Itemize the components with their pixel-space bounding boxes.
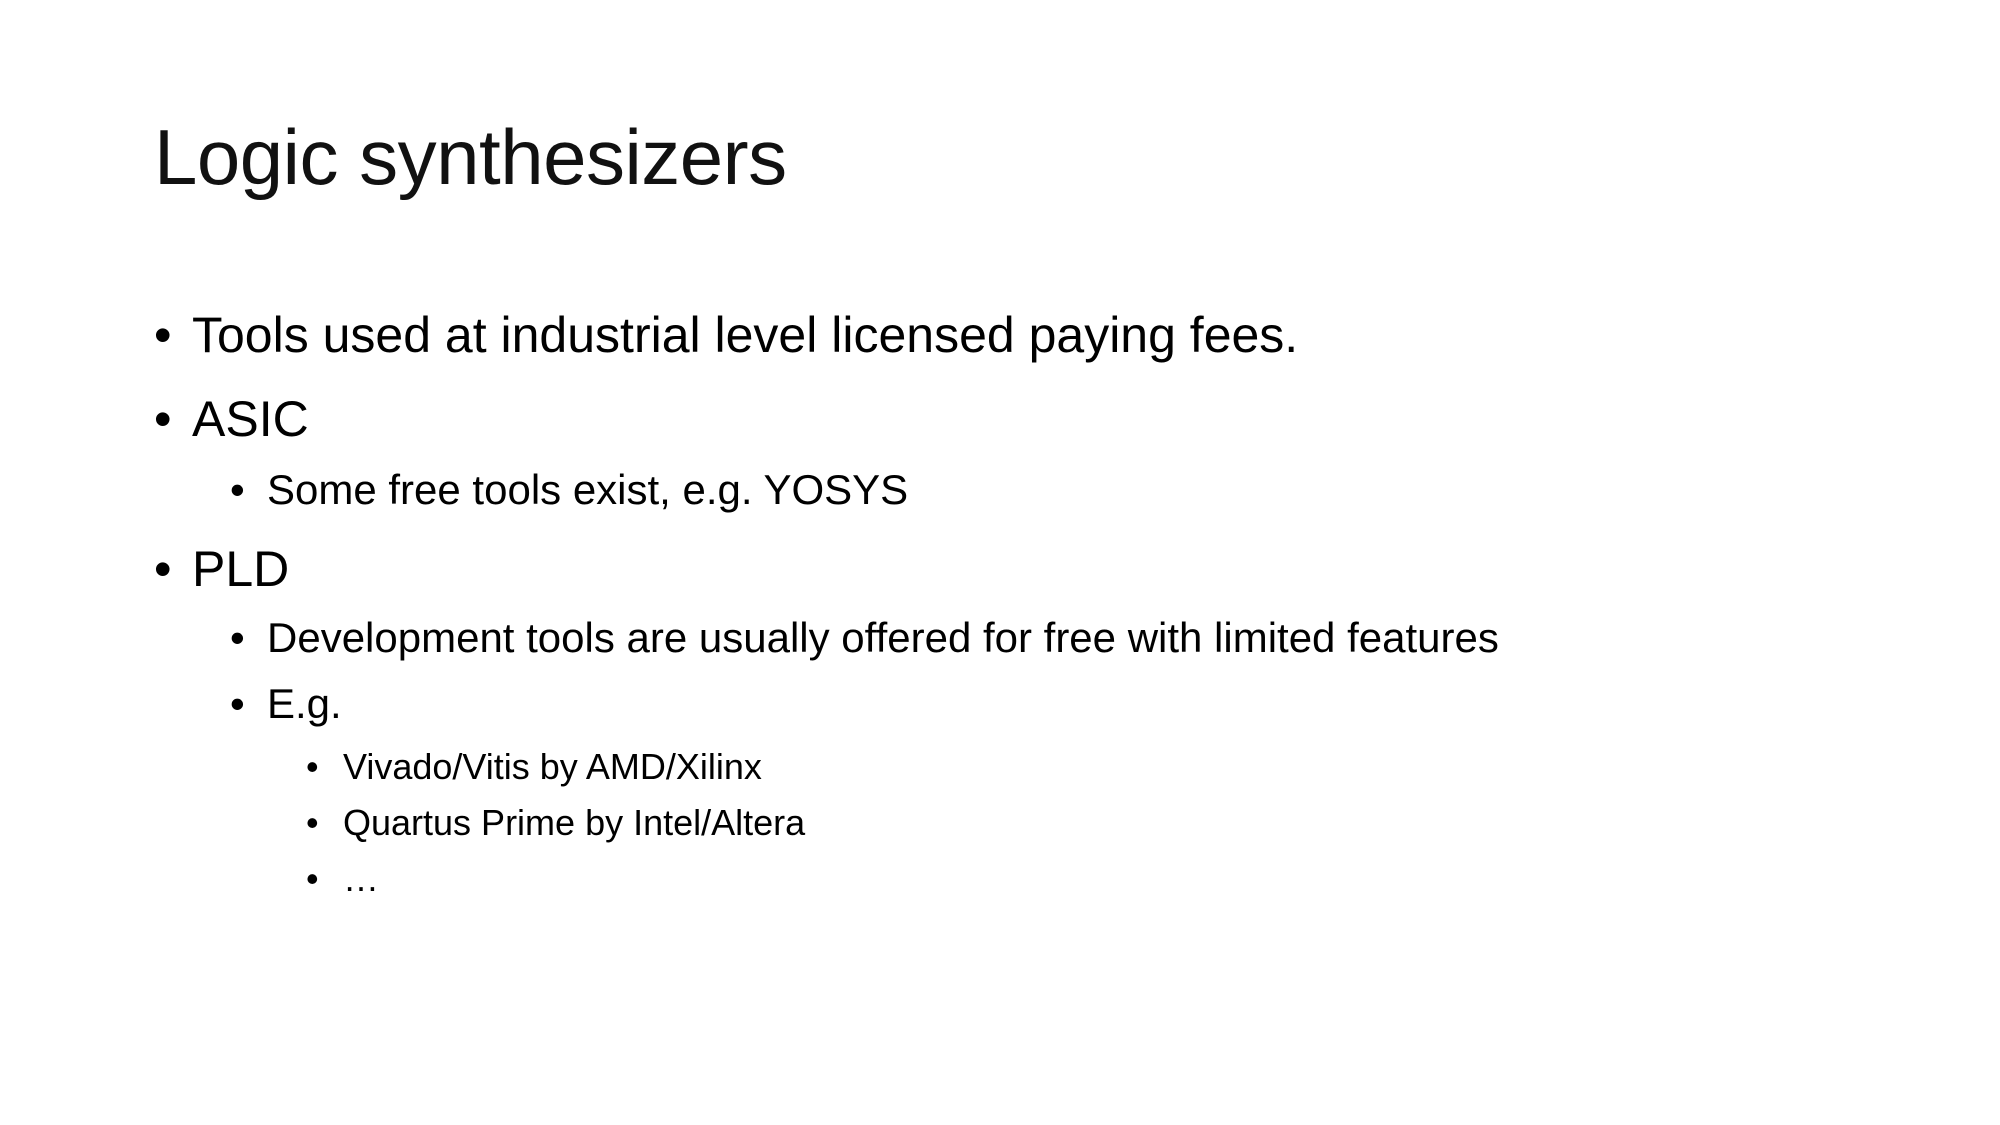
- bullet-item: • ASIC: [154, 390, 309, 448]
- bullet-icon: •: [154, 541, 172, 597]
- bullet-text: Quartus Prime by Intel/Altera: [343, 802, 806, 843]
- bullet-text: PLD: [192, 541, 290, 597]
- sub-sub-bullet-item: • …: [306, 858, 379, 900]
- bullet-text: …: [343, 858, 379, 899]
- bullet-item: • Tools used at industrial level license…: [154, 306, 1298, 364]
- bullet-icon: •: [306, 746, 319, 787]
- bullet-text: E.g.: [267, 680, 342, 727]
- bullet-icon: •: [154, 307, 172, 363]
- sub-bullet-item: • Development tools are usually offered …: [230, 614, 1499, 662]
- sub-sub-bullet-item: • Vivado/Vitis by AMD/Xilinx: [306, 746, 762, 788]
- bullet-text: Some free tools exist, e.g. YOSYS: [267, 466, 909, 513]
- bullet-text: ASIC: [192, 391, 309, 447]
- bullet-icon: •: [306, 802, 319, 843]
- sub-sub-bullet-item: • Quartus Prime by Intel/Altera: [306, 802, 805, 844]
- bullet-list: • Tools used at industrial level license…: [0, 0, 2000, 1125]
- slide: Logic synthesizers • Tools used at indus…: [0, 0, 2000, 1125]
- bullet-text: Development tools are usually offered fo…: [267, 614, 1499, 661]
- sub-bullet-item: • Some free tools exist, e.g. YOSYS: [230, 466, 908, 514]
- bullet-icon: •: [230, 614, 245, 661]
- bullet-icon: •: [306, 858, 319, 899]
- sub-bullet-item: • E.g.: [230, 680, 342, 728]
- bullet-icon: •: [230, 466, 245, 513]
- bullet-text: Vivado/Vitis by AMD/Xilinx: [343, 746, 762, 787]
- bullet-icon: •: [230, 680, 245, 727]
- bullet-text: Tools used at industrial level licensed …: [192, 307, 1299, 363]
- bullet-icon: •: [154, 391, 172, 447]
- bullet-item: • PLD: [154, 540, 289, 598]
